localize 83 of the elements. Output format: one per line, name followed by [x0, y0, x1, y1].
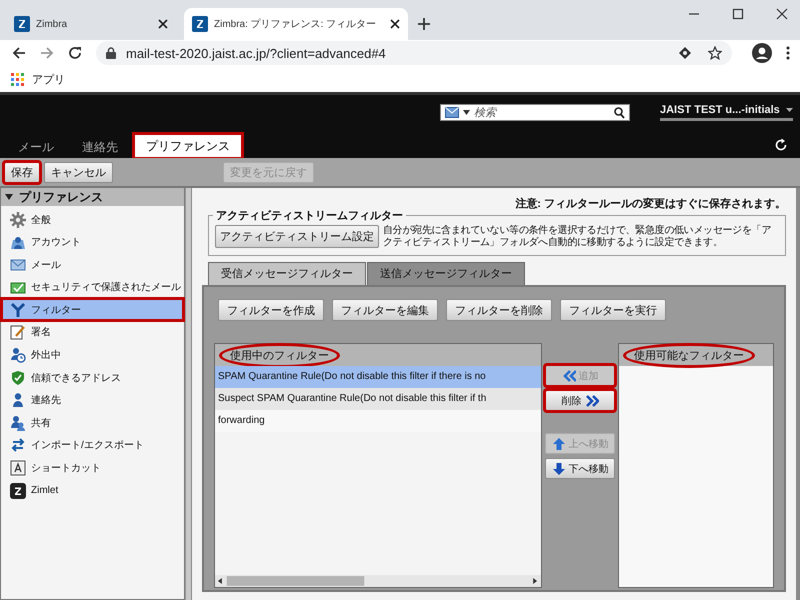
user-menu[interactable]: JAIST TEST u...-initials — [660, 104, 793, 121]
expanded-triangle-icon[interactable] — [5, 193, 13, 201]
favicon-icon — [192, 16, 208, 32]
horizontal-scrollbar[interactable] — [215, 575, 541, 587]
double-left-arrow-icon — [562, 368, 576, 382]
sidebar-item[interactable]: 署名 — [2, 322, 183, 343]
search-field[interactable]: 検索 — [440, 104, 630, 121]
filter-button[interactable]: フィルターを編集 — [332, 299, 438, 321]
funnel-icon — [10, 302, 26, 318]
section-title: アクティビティストリームフィルター — [213, 208, 406, 223]
reload-icon[interactable] — [68, 46, 82, 60]
filter-button[interactable]: フィルターを削除 — [446, 299, 552, 321]
filter-tab[interactable]: 送信メッセージフィルター — [367, 262, 525, 285]
profile-icon[interactable] — [752, 43, 772, 63]
app-tab[interactable]: プリファレンス — [134, 134, 242, 158]
caret-icon — [786, 108, 793, 112]
clock-person-icon — [10, 347, 26, 364]
refresh-icon[interactable] — [774, 138, 788, 152]
browser-tab[interactable]: Zimbra: プリファレンス: フィルター — [184, 8, 408, 40]
apps-icon[interactable] — [11, 72, 24, 86]
up-arrow-icon — [552, 436, 566, 450]
move-button[interactable]: 削除 — [545, 390, 615, 411]
arrows-icon — [10, 437, 26, 454]
browser-tab[interactable]: Zimbra — [6, 8, 176, 40]
filter-button[interactable]: フィルターを作成 — [218, 299, 324, 321]
shield-icon — [10, 370, 26, 386]
list-header: 使用可能なフィルター — [623, 342, 755, 368]
splitter-handle[interactable] — [185, 188, 191, 600]
description-text: 自分が宛先に含まれていない等の条件を選択するだけで、緊急度の低いメッセージを「アクティビティストリーム」フォルダへ自動的に移動するように設定できます。 — [383, 225, 772, 249]
down-arrow-icon — [552, 462, 566, 476]
maximize-icon[interactable] — [732, 8, 744, 20]
address-bar[interactable]: mail-test-2020.jaist.ac.jp/?client=advanced#4 — [96, 41, 732, 65]
sidebar-item[interactable]: 共有 — [2, 412, 183, 434]
diamond-icon[interactable] — [678, 46, 692, 60]
toolbar-button[interactable]: キャンセル — [44, 162, 113, 182]
sidebar-header[interactable]: プリファレンス — [1, 188, 184, 206]
pencil-icon — [10, 324, 26, 340]
envelope-icon — [10, 256, 26, 273]
sidebar-item[interactable]: Zimlet — [2, 480, 183, 502]
close-icon[interactable] — [390, 19, 400, 29]
double-right-arrow-icon — [584, 394, 598, 408]
close-icon[interactable] — [776, 8, 788, 20]
person-icon — [10, 392, 26, 408]
sidebar-item[interactable]: アカウント — [2, 232, 183, 253]
toolbar-button[interactable]: 保存 — [4, 162, 40, 182]
bookmark-link[interactable]: アプリ — [32, 72, 65, 86]
app-tab[interactable]: 連絡先 — [70, 136, 130, 158]
filter-button[interactable]: フィルターを実行 — [560, 299, 666, 321]
sidebar-item[interactable]: セキュリティで保護されたメール — [2, 276, 183, 298]
star-icon[interactable] — [708, 46, 722, 60]
new-tab-icon[interactable] — [418, 18, 430, 30]
person-icon — [10, 234, 26, 250]
notice-text: 注意: フィルタールールの変更はすぐに保存されます。 — [514, 196, 786, 211]
more-icon[interactable] — [786, 46, 790, 60]
tab-title: Zimbra: プリファレンス: フィルター — [214, 18, 376, 31]
filter-row[interactable]: Suspect SPAM Quarantine Rule(Do not disable this filter if th — [215, 388, 541, 410]
logo-icon — [10, 482, 26, 499]
favicon-icon — [14, 16, 30, 32]
move-button[interactable]: 下へ移動 — [545, 458, 615, 479]
filter-row[interactable]: SPAM Quarantine Rule(Do not disable this filter if there is no — [215, 366, 541, 388]
url-text: mail-test-2020.jaist.ac.jp/?client=advanced#4 — [126, 46, 387, 60]
settings-button[interactable]: アクティビティストリーム設定 — [215, 225, 379, 248]
caret-icon[interactable] — [463, 110, 470, 115]
forward-icon[interactable] — [40, 46, 54, 60]
search-icon[interactable] — [614, 106, 625, 118]
sidebar-item[interactable]: 信頼できるアドレス — [2, 367, 183, 388]
people-icon — [10, 414, 26, 431]
sidebar-item[interactable]: 外出中 — [2, 344, 183, 366]
sidebar-item[interactable]: 連絡先 — [2, 390, 183, 411]
sidebar-item[interactable]: インポート/エクスポート — [2, 434, 183, 456]
gear-icon — [10, 212, 26, 228]
app-tab[interactable]: メール — [6, 136, 66, 158]
lock-icon — [106, 47, 116, 59]
close-icon[interactable] — [158, 19, 168, 29]
filter-row[interactable]: forwarding — [215, 410, 541, 432]
sidebar-item[interactable]: フィルター — [2, 299, 183, 320]
mail-icon — [445, 107, 459, 118]
back-icon[interactable] — [12, 46, 26, 60]
sidebar-item[interactable]: ショートカット — [2, 458, 183, 479]
sidebar-item[interactable]: 全般 — [2, 209, 183, 230]
sidebar-item[interactable]: メール — [2, 254, 183, 276]
tab-title: Zimbra — [36, 18, 68, 30]
filter-tab[interactable]: 受信メッセージフィルター — [208, 262, 366, 285]
